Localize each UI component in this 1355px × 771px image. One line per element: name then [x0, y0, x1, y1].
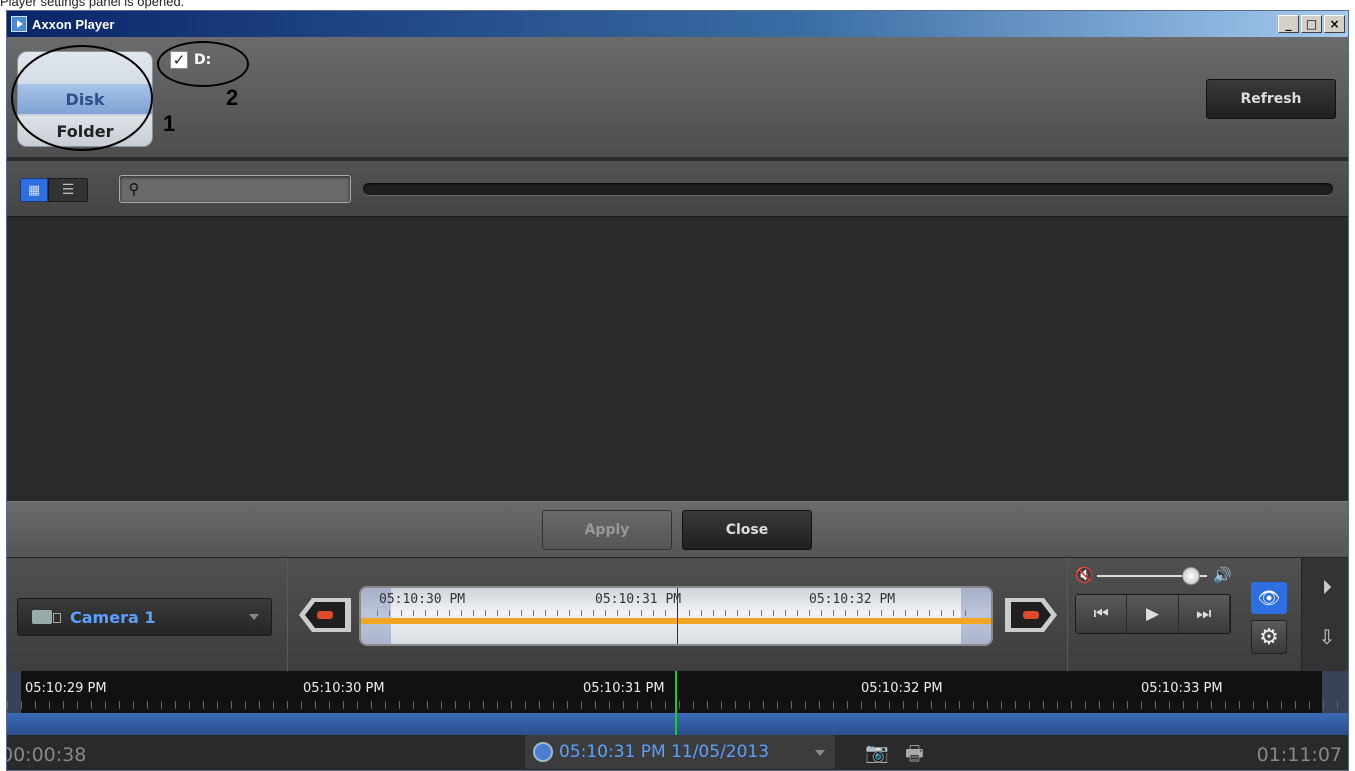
- chevron-down-icon: [249, 614, 259, 620]
- apply-button[interactable]: Apply: [542, 510, 672, 550]
- mini-timeline-cursor[interactable]: [677, 588, 678, 644]
- close-window-icon[interactable]: ×: [1324, 15, 1345, 33]
- timeline-label: 05:10:29 PM: [25, 681, 107, 696]
- main-timeline[interactable]: 05:10:29 PM 05:10:30 PM 05:10:31 PM 05:1…: [7, 671, 1348, 735]
- datetime-label: 05:10:31 PM 11/05/2013: [559, 742, 770, 762]
- volume-control: 🔇 🔊: [1075, 566, 1232, 586]
- title-bar[interactable]: Axxon Player _ □ ×: [7, 11, 1348, 37]
- volume-knob[interactable]: [1181, 567, 1200, 585]
- action-bar: Apply Close: [7, 501, 1348, 557]
- mini-timeline-right-shade: [961, 588, 991, 644]
- timeline-ticks: [7, 701, 1348, 709]
- file-list-area[interactable]: [7, 218, 1348, 501]
- camera-select[interactable]: Camera 1: [17, 598, 272, 636]
- elapsed-time: 00:00:38: [6, 744, 87, 766]
- search-icon: ⚲: [128, 180, 140, 198]
- camera-label: Camera 1: [70, 607, 156, 627]
- page-caption: Player settings panel is opened.: [0, 0, 185, 9]
- gear-icon[interactable]: ⚙: [1251, 620, 1287, 654]
- timeline-label: 05:10:30 PM: [303, 681, 385, 696]
- tiles-view-icon[interactable]: ▦: [20, 178, 48, 202]
- mute-icon[interactable]: 🔇: [1075, 566, 1094, 584]
- list-view-icon[interactable]: ☰: [48, 178, 88, 202]
- divider: [1067, 558, 1068, 672]
- prev-frame-icon[interactable]: ⏮: [1076, 595, 1128, 633]
- minimize-icon[interactable]: _: [1278, 15, 1299, 33]
- next-frame-icon[interactable]: ⏭: [1178, 595, 1230, 633]
- play-icon[interactable]: ▶: [1127, 595, 1179, 633]
- timeline-label: 05:10:32 PM: [861, 681, 943, 696]
- transport-controls: ⏮ ▶ ⏭: [1075, 594, 1231, 634]
- filter-bar: ▦ ☰ ⚲: [7, 161, 1348, 217]
- timeline-label: 05:10:31 PM: [583, 681, 665, 696]
- app-icon: [11, 16, 27, 32]
- window-title: Axxon Player: [32, 16, 115, 32]
- marker-red-icon: [1023, 611, 1039, 619]
- volume-icon[interactable]: 🔊: [1213, 566, 1232, 584]
- search-input[interactable]: [146, 178, 346, 200]
- clock-icon: [533, 742, 553, 762]
- drive-label: D:: [194, 52, 212, 68]
- search-box: ⚲: [119, 175, 351, 203]
- checkbox-check-icon: ✓: [170, 51, 188, 69]
- export-icon[interactable]: ⇩: [1310, 620, 1344, 654]
- marker-red-icon: [317, 611, 333, 619]
- side-toolbar: ⏵ ⇩: [1301, 558, 1348, 672]
- mark-start-button[interactable]: [299, 598, 351, 632]
- camera-icon: [32, 610, 62, 624]
- source-option-disk[interactable]: Disk: [18, 84, 152, 114]
- eye-icon[interactable]: 👁: [1251, 582, 1287, 614]
- status-bar: 00:00:38 05:10:31 PM 11/05/2013 📷 🖶 01:1…: [6, 735, 1348, 770]
- progress-track: [363, 183, 1333, 195]
- marker-inner: [1011, 602, 1051, 628]
- refresh-button[interactable]: Refresh: [1206, 79, 1336, 119]
- annotation-number-2: 2: [226, 85, 239, 110]
- timeline-band: [7, 713, 1348, 735]
- print-icon[interactable]: 🖶: [905, 739, 924, 770]
- source-panel: Disk Folder 1 ✓ D: 2 Refresh: [7, 37, 1348, 159]
- mark-end-button[interactable]: [1005, 598, 1057, 632]
- chevron-down-icon: [815, 750, 825, 756]
- mini-timeline-label: 05:10:32 PM: [809, 592, 896, 607]
- mini-timeline-label: 05:10:30 PM: [379, 592, 466, 607]
- datetime-selector[interactable]: 05:10:31 PM 11/05/2013: [525, 735, 835, 769]
- snapshot-icon[interactable]: 📷: [865, 741, 889, 764]
- divider: [287, 558, 288, 672]
- mini-timeline-band: [361, 618, 991, 624]
- marker-inner: [305, 602, 345, 628]
- mini-timeline-label: 05:10:31 PM: [595, 592, 682, 607]
- annotation-number-1: 1: [163, 111, 176, 136]
- maximize-icon[interactable]: □: [1301, 15, 1322, 33]
- total-time: 01:11:07: [1256, 744, 1342, 766]
- timeline-cursor[interactable]: [675, 671, 677, 735]
- player-bar: Camera 1 05:10:30 PM 05:10:31 PM 05:10:3…: [7, 557, 1348, 672]
- drive-checkbox-d[interactable]: ✓ D:: [170, 51, 211, 69]
- close-button[interactable]: Close: [682, 510, 812, 550]
- timeline-label: 05:10:33 PM: [1141, 681, 1223, 696]
- axxon-player-window: Axxon Player _ □ × Disk Folder 1 ✓ D: 2 …: [6, 10, 1349, 771]
- source-toggle: Disk Folder: [17, 51, 153, 147]
- source-option-folder[interactable]: Folder: [18, 116, 152, 146]
- mini-timeline[interactable]: 05:10:30 PM 05:10:31 PM 05:10:32 PM: [359, 586, 993, 646]
- play-circle-icon[interactable]: ⏵: [1310, 570, 1344, 604]
